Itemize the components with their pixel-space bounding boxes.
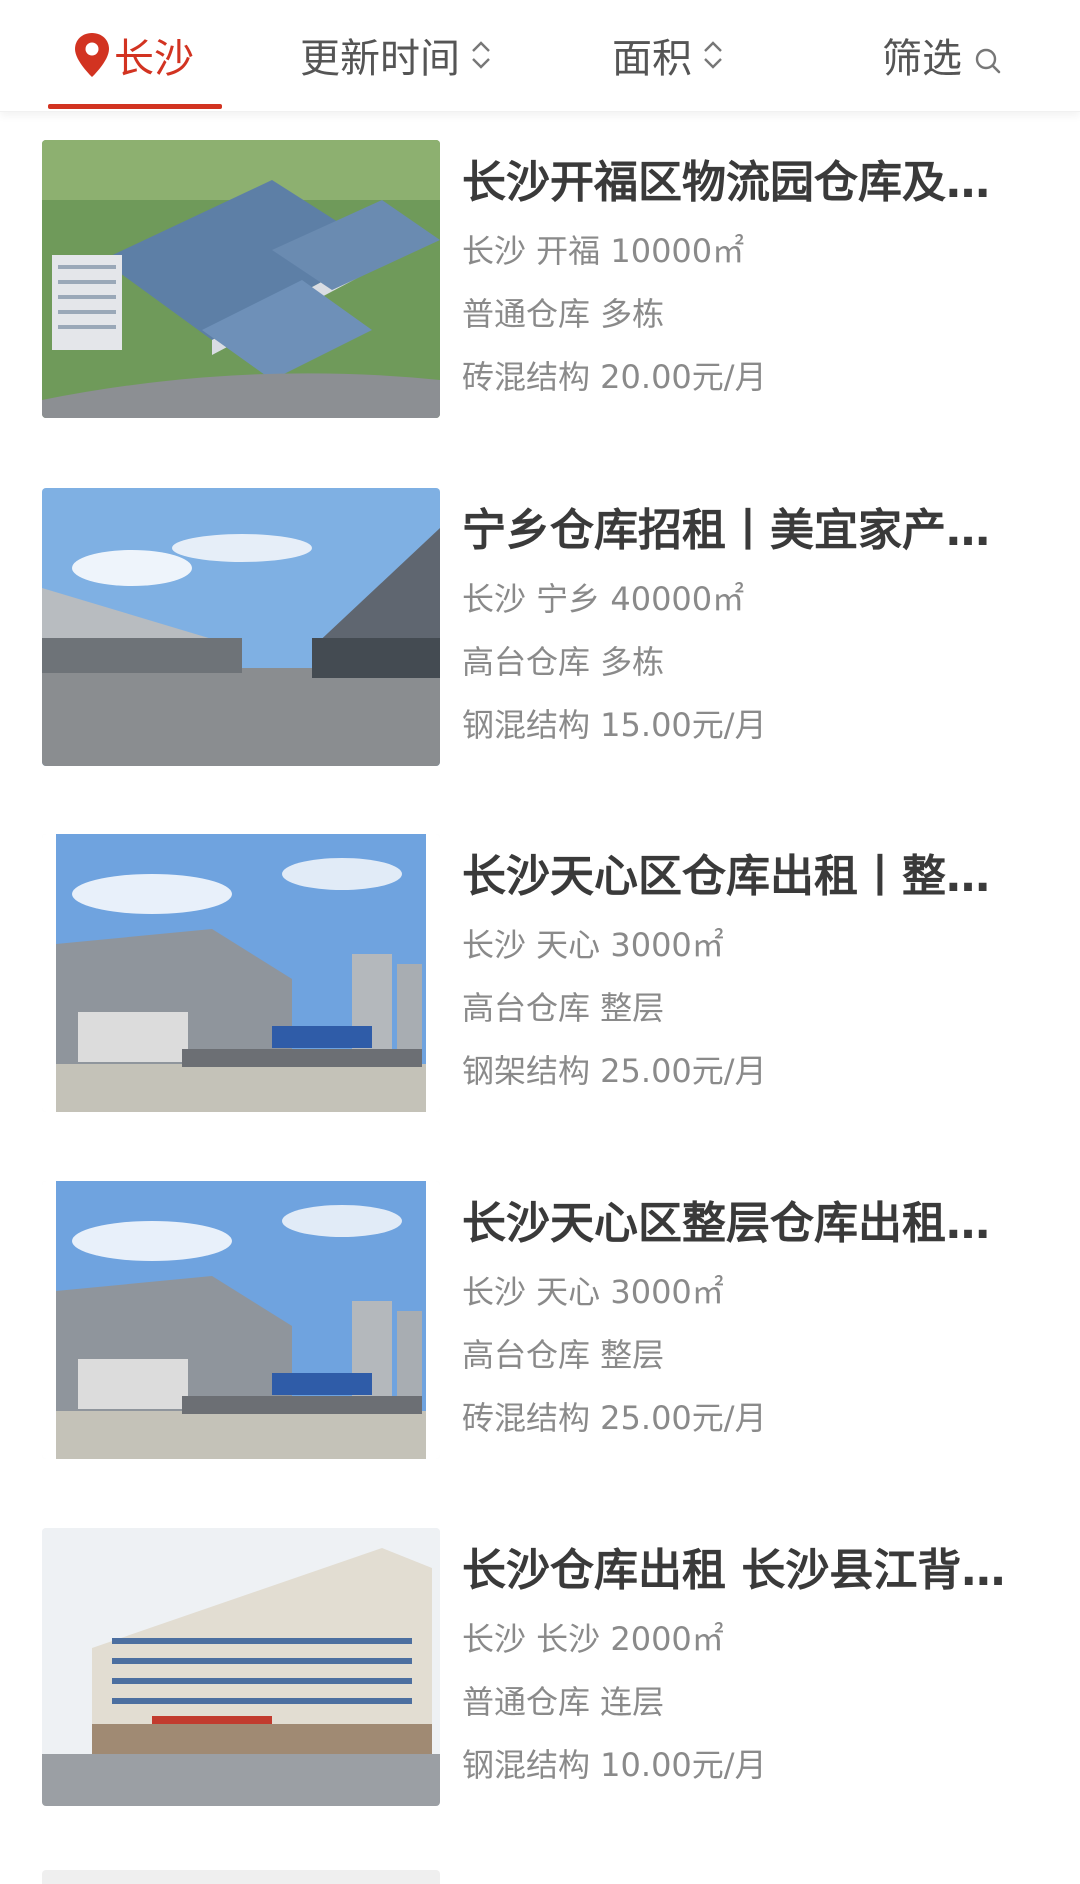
- search-icon: [974, 40, 1002, 74]
- listing-type: 高台仓库 整层: [462, 989, 665, 1027]
- listing-info: 长沙开福区物流园仓库及… 长沙 开福 10000㎡ 普通仓库 多栋 砖混结构 2…: [462, 152, 1022, 409]
- sort-area-tab[interactable]: 面积: [612, 28, 724, 82]
- location-label: 长沙: [114, 36, 194, 82]
- listing-info: 长沙天心区整层仓库出租… 长沙 天心 3000㎡ 高台仓库 整层 砖混结构 25…: [462, 1193, 1022, 1450]
- listing-type: 普通仓库 连层: [462, 1683, 665, 1721]
- location-pin-icon: [72, 31, 112, 79]
- listing-location-area: 长沙 天心 3000㎡: [462, 1273, 724, 1311]
- listing-structure-price: 钢混结构 15.00元/月: [462, 706, 767, 744]
- listing-title[interactable]: 长沙仓库出租 长沙县江背…: [462, 1540, 1022, 1602]
- sort-area-label: 面积: [612, 36, 692, 82]
- listing-structure-price: 钢架结构 25.00元/月: [462, 1052, 767, 1090]
- sort-arrows-icon: [702, 35, 724, 75]
- filter-label: 筛选: [882, 36, 962, 82]
- listing-title[interactable]: 宁乡仓库招租丨美宜家产…: [462, 500, 1022, 562]
- listing-location-area: 长沙 长沙 2000㎡: [462, 1620, 724, 1658]
- listing-title[interactable]: 长沙天心区整层仓库出租…: [462, 1193, 1022, 1255]
- listing-location-area: 长沙 天心 3000㎡: [462, 926, 724, 964]
- listing-card[interactable]: 长沙天心区仓库出租丨整… 长沙 天心 3000㎡ 高台仓库 整层 钢架结构 25…: [0, 806, 1080, 1112]
- sort-update-time-tab[interactable]: 更新时间: [300, 28, 492, 82]
- listing-info: 宁乡仓库招租丨美宜家产… 长沙 宁乡 40000㎡ 高台仓库 多栋 钢混结构 1…: [462, 500, 1022, 757]
- listing-card[interactable]: 长沙天心区整层仓库出租… 长沙 天心 3000㎡ 高台仓库 整层 砖混结构 25…: [0, 1153, 1080, 1459]
- listing-title[interactable]: 长沙开福区物流园仓库及…: [462, 152, 1022, 214]
- listing-type: 普通仓库 多栋: [462, 295, 665, 333]
- listing-title[interactable]: 长沙天心区仓库出租丨整…: [462, 846, 1022, 908]
- filter-tab[interactable]: 筛选: [882, 28, 1002, 82]
- listing-structure-price: 砖混结构 20.00元/月: [462, 358, 767, 396]
- filter-bar: 长沙 更新时间 面积 筛选: [0, 0, 1080, 112]
- listing-card[interactable]: 长沙仓库出租 长沙县江背… 长沙 长沙 2000㎡ 普通仓库 连层 钢混结构 1…: [0, 1500, 1080, 1806]
- sort-arrows-icon: [470, 35, 492, 75]
- listing-card[interactable]: 长沙开福区物流园仓库及… 长沙 开福 10000㎡ 普通仓库 多栋 砖混结构 2…: [0, 112, 1080, 418]
- listing-photo: [42, 1181, 440, 1459]
- listing-structure-price: 钢混结构 10.00元/月: [462, 1746, 767, 1784]
- listing-photo: [42, 488, 440, 766]
- listing-location-area: 长沙 宁乡 40000㎡: [462, 580, 745, 618]
- listing-photo: [42, 834, 440, 1112]
- listing-info: 长沙天心区仓库出租丨整… 长沙 天心 3000㎡ 高台仓库 整层 钢架结构 25…: [462, 846, 1022, 1103]
- listing-type: 高台仓库 多栋: [462, 643, 665, 681]
- listing-info: 长沙仓库出租 长沙县江背… 长沙 长沙 2000㎡ 普通仓库 连层 钢混结构 1…: [462, 1540, 1022, 1797]
- location-tab[interactable]: 长沙: [72, 28, 194, 82]
- listing-photo: [42, 1528, 440, 1806]
- listing-type: 高台仓库 整层: [462, 1336, 665, 1374]
- listing-photo: [42, 140, 440, 418]
- sort-update-time-label: 更新时间: [300, 36, 460, 82]
- listing-card[interactable]: 宁乡仓库招租丨美宜家产… 长沙 宁乡 40000㎡ 高台仓库 多栋 钢混结构 1…: [0, 460, 1080, 766]
- listing-structure-price: 砖混结构 25.00元/月: [462, 1399, 767, 1437]
- next-listing-photo-peek: [42, 1870, 440, 1884]
- listing-location-area: 长沙 开福 10000㎡: [462, 232, 745, 270]
- active-tab-indicator: [48, 104, 222, 109]
